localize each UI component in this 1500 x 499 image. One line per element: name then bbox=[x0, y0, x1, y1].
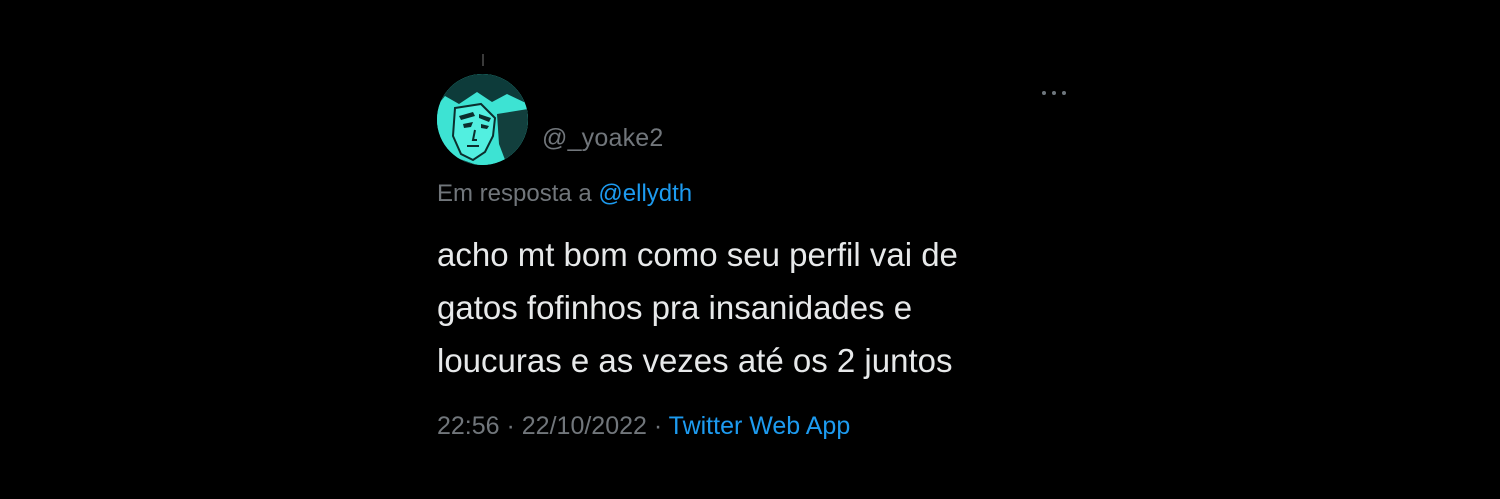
avatar-image bbox=[437, 74, 528, 165]
more-dot bbox=[1062, 91, 1066, 95]
reply-to-mention[interactable]: @ellydth bbox=[598, 180, 692, 207]
separator: · bbox=[646, 412, 669, 440]
thread-connector bbox=[482, 54, 484, 66]
tweet-date[interactable]: 22/10/2022 bbox=[522, 412, 647, 440]
more-options-icon[interactable] bbox=[1040, 82, 1068, 102]
tweet-text-line: gatos fofinhos pra insanidades e bbox=[437, 289, 913, 326]
tweet-card: @_yoake2 Em resposta a @ellydth acho mt … bbox=[437, 52, 1077, 472]
tweet-text-line: acho mt bom como seu perfil vai de bbox=[437, 236, 958, 273]
reply-context: Em resposta a @ellydth bbox=[437, 180, 692, 208]
tweet-text-line: loucuras e as vezes até os 2 juntos bbox=[437, 342, 953, 379]
tweet-source-link[interactable]: Twitter Web App bbox=[669, 412, 851, 440]
tweet-metadata: 22:56 · 22/10/2022 · Twitter Web App bbox=[437, 412, 850, 441]
avatar[interactable] bbox=[437, 74, 528, 165]
tweet-time[interactable]: 22:56 bbox=[437, 412, 500, 440]
user-handle[interactable]: @_yoake2 bbox=[542, 124, 664, 153]
more-dot bbox=[1042, 91, 1046, 95]
more-dot bbox=[1052, 91, 1056, 95]
tweet-text: acho mt bom como seu perfil vai de gatos… bbox=[437, 228, 1057, 387]
separator: · bbox=[499, 412, 522, 440]
reply-prefix: Em resposta a bbox=[437, 180, 599, 207]
